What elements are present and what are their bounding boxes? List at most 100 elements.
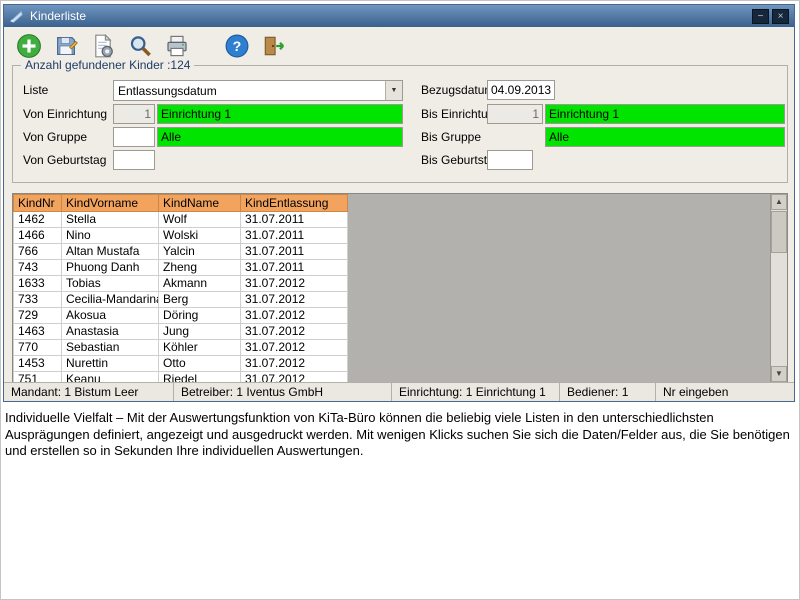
- grid-cell: 31.07.2012: [241, 340, 348, 356]
- grid-cell: Döring: [159, 308, 241, 324]
- grid-row[interactable]: 1466NinoWolski31.07.2011: [14, 228, 348, 244]
- grid-cell: 766: [14, 244, 62, 260]
- grid-cell: Yalcin: [159, 244, 241, 260]
- scrollbar-thumb[interactable]: [771, 211, 787, 253]
- von-gruppe-name-field[interactable]: [157, 127, 403, 147]
- grid-cell: Nino: [62, 228, 159, 244]
- result-count-label: Anzahl gefundener Kinder :124: [21, 58, 194, 72]
- column-header[interactable]: KindVorname: [62, 195, 159, 212]
- exit-door-icon: [262, 34, 286, 58]
- grid-cell: Stella: [62, 212, 159, 228]
- grid-cell: Akmann: [159, 276, 241, 292]
- grid-body: 1462StellaWolf31.07.20111466NinoWolski31…: [14, 212, 348, 384]
- print-button[interactable]: [162, 31, 192, 61]
- von-gruppe-nr-input[interactable]: [113, 127, 155, 147]
- grid-cell: Phuong Danh: [62, 260, 159, 276]
- grid-row[interactable]: 770SebastianKöhler31.07.2012: [14, 340, 348, 356]
- bis-einrichtung-name-field[interactable]: [545, 104, 785, 124]
- grid-cell: 1462: [14, 212, 62, 228]
- grid-cell: Köhler: [159, 340, 241, 356]
- grid-header-row: KindNrKindVornameKindNameKindEntlassung: [14, 195, 348, 212]
- bis-gruppe-label: Bis Gruppe: [421, 130, 481, 144]
- grid-cell: Wolski: [159, 228, 241, 244]
- status-item: Einrichtung: 1 Einrichtung 1: [392, 383, 560, 401]
- grid-cell: Anastasia: [62, 324, 159, 340]
- bis-gruppe-name-field[interactable]: [545, 127, 785, 147]
- von-geburtstag-label: Von Geburtstag: [23, 153, 106, 167]
- window-title: Kinderliste: [30, 9, 749, 23]
- grid-cell: Akosua: [62, 308, 159, 324]
- grid-row[interactable]: 733Cecilia-MandarinaBerg31.07.2012: [14, 292, 348, 308]
- column-header[interactable]: KindEntlassung: [241, 195, 348, 212]
- grid-cell: 743: [14, 260, 62, 276]
- von-einrichtung-nr-input[interactable]: [113, 104, 155, 124]
- grid-cell: 31.07.2012: [241, 356, 348, 372]
- caption-text: Individuelle Vielfalt – Mit der Auswertu…: [5, 410, 793, 460]
- liste-label: Liste: [23, 83, 48, 97]
- grid-row[interactable]: 1463AnastasiaJung31.07.2012: [14, 324, 348, 340]
- grid-row[interactable]: 1462StellaWolf31.07.2011: [14, 212, 348, 228]
- bezugsdatum-input[interactable]: [487, 80, 555, 100]
- von-einrichtung-label: Von Einrichtung: [23, 107, 107, 121]
- save-icon: [54, 34, 78, 58]
- chevron-down-icon[interactable]: ▼: [385, 81, 402, 100]
- von-geburtstag-input[interactable]: [113, 150, 155, 170]
- liste-dropdown[interactable]: Entlassungsdatum ▼: [113, 80, 403, 101]
- bezugsdatum-label: Bezugsdatum: [421, 83, 494, 97]
- help-button[interactable]: ?: [222, 31, 252, 61]
- bis-geburtstag-input[interactable]: [487, 150, 533, 170]
- add-icon: [16, 33, 42, 59]
- title-bar[interactable]: Kinderliste − ×: [4, 5, 794, 27]
- von-einrichtung-name-field[interactable]: [157, 104, 403, 124]
- grid-cell: 31.07.2012: [241, 292, 348, 308]
- search-icon: [128, 34, 152, 58]
- grid-cell: Wolf: [159, 212, 241, 228]
- children-grid: KindNrKindVornameKindNameKindEntlassung …: [12, 193, 788, 383]
- minimize-button[interactable]: −: [752, 9, 769, 24]
- grid-row[interactable]: 1453NurettinOtto31.07.2012: [14, 356, 348, 372]
- grid-cell: 1633: [14, 276, 62, 292]
- grid-cell: 1453: [14, 356, 62, 372]
- grid-row[interactable]: 766Altan MustafaYalcin31.07.2011: [14, 244, 348, 260]
- grid-cell: Tobias: [62, 276, 159, 292]
- add-button[interactable]: [14, 31, 44, 61]
- status-item: Mandant: 1 Bistum Leer: [4, 383, 174, 401]
- help-icon: ?: [225, 34, 249, 58]
- grid-cell: 1463: [14, 324, 62, 340]
- svg-text:?: ?: [233, 39, 242, 55]
- bis-einrichtung-nr-input[interactable]: [487, 104, 543, 124]
- app-icon: [9, 9, 24, 24]
- printer-icon: [165, 34, 189, 58]
- grid-table: KindNrKindVornameKindNameKindEntlassung …: [13, 194, 348, 383]
- column-header[interactable]: KindNr: [14, 195, 62, 212]
- grid-row[interactable]: 1633TobiasAkmann31.07.2012: [14, 276, 348, 292]
- liste-dropdown-value: Entlassungsdatum: [114, 84, 385, 98]
- scroll-down-icon[interactable]: ▼: [771, 366, 787, 382]
- grid-cell: 31.07.2011: [241, 212, 348, 228]
- grid-row[interactable]: 743Phuong DanhZheng31.07.2011: [14, 260, 348, 276]
- document-gear-icon: [91, 34, 115, 58]
- status-item: Bediener: 1: [560, 383, 656, 401]
- save-button[interactable]: [51, 31, 81, 61]
- grid-cell: 31.07.2012: [241, 324, 348, 340]
- status-item: Betreiber: 1 Iventus GmbH: [174, 383, 392, 401]
- grid-cell: Nurettin: [62, 356, 159, 372]
- exit-button[interactable]: [259, 31, 289, 61]
- app-window: Kinderliste − ×: [3, 4, 795, 402]
- grid-cell: Sebastian: [62, 340, 159, 356]
- grid-cell: 733: [14, 292, 62, 308]
- grid-row[interactable]: 729AkosuaDöring31.07.2012: [14, 308, 348, 324]
- grid-cell: 31.07.2011: [241, 228, 348, 244]
- export-settings-button[interactable]: [88, 31, 118, 61]
- vertical-scrollbar[interactable]: ▲ ▼: [770, 194, 787, 382]
- grid-cell: Cecilia-Mandarina: [62, 292, 159, 308]
- von-gruppe-label: Von Gruppe: [23, 130, 87, 144]
- grid-cell: Otto: [159, 356, 241, 372]
- close-button[interactable]: ×: [772, 9, 789, 24]
- search-button[interactable]: [125, 31, 155, 61]
- grid-cell: 31.07.2011: [241, 260, 348, 276]
- grid-cell: 31.07.2012: [241, 308, 348, 324]
- scroll-up-icon[interactable]: ▲: [771, 194, 787, 210]
- grid-cell: 770: [14, 340, 62, 356]
- column-header[interactable]: KindName: [159, 195, 241, 212]
